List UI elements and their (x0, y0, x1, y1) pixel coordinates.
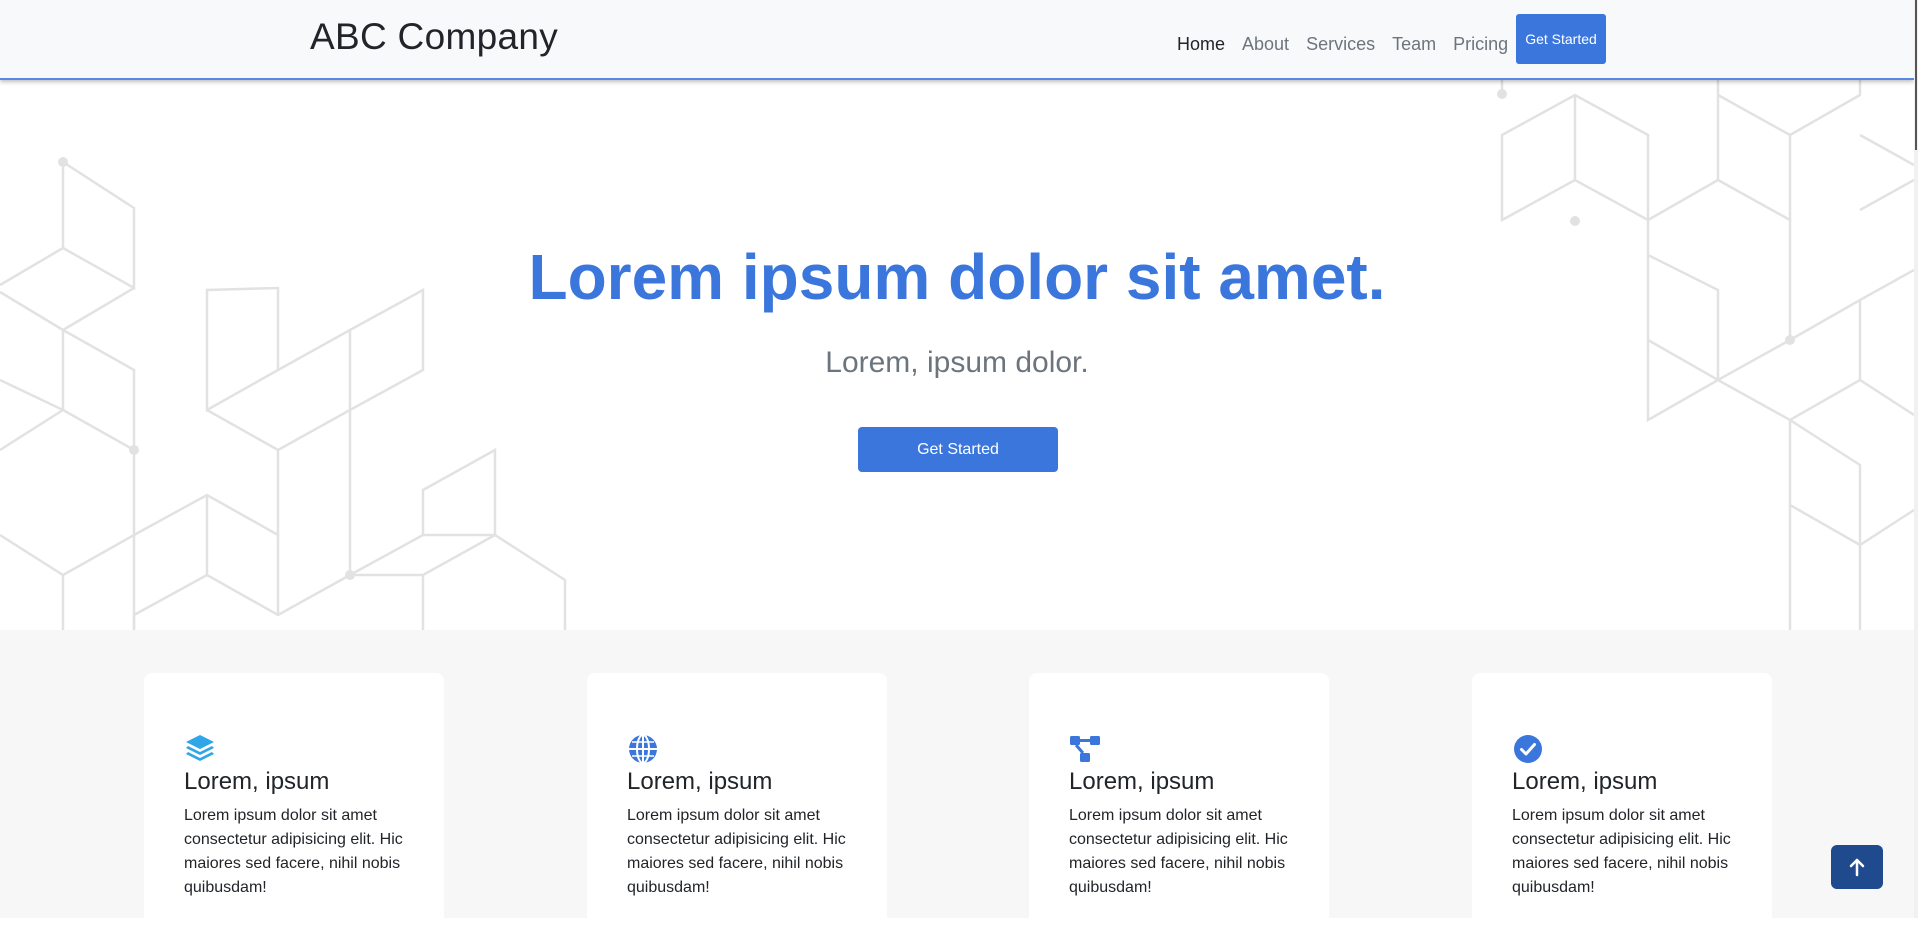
nav-link-about[interactable]: About (1242, 34, 1289, 55)
feature-title: Lorem, ipsum (1069, 768, 1215, 795)
hero-subtitle: Lorem, ipsum dolor. (825, 346, 1089, 379)
hero-title: Lorem ipsum dolor sit amet. (528, 241, 1386, 313)
feature-text: Lorem ipsum dolor sit amet consectetur a… (184, 807, 403, 896)
feature-text: Lorem ipsum dolor sit amet consectetur a… (1069, 807, 1288, 896)
nav-links: Home About Services Team Pricing (1177, 34, 1525, 55)
arrow-up-icon (1849, 858, 1865, 877)
nav-link-services[interactable]: Services (1306, 34, 1375, 55)
feature-text: Lorem ipsum dolor sit amet consectetur a… (627, 807, 846, 896)
hero-section: Lorem ipsum dolor sit amet. Lorem, ipsum… (0, 80, 1914, 630)
brand-logo[interactable]: ABC Company (310, 16, 558, 58)
globe-icon (629, 734, 657, 764)
nav-link-team[interactable]: Team (1392, 34, 1436, 55)
check-circle-icon (1514, 735, 1542, 763)
feature-title: Lorem, ipsum (627, 768, 773, 795)
sitemap-icon (1070, 736, 1100, 762)
layers-icon (186, 735, 214, 761)
features-section: Lorem, ipsum Lorem ipsum dolor sit amet … (0, 630, 1914, 933)
feature-card: Lorem, ipsum Lorem ipsum dolor sit amet … (1472, 673, 1772, 933)
nav-get-started-button[interactable]: Get Started (1516, 14, 1606, 64)
scrollbar-thumb[interactable] (1915, 0, 1917, 150)
nav-link-pricing[interactable]: Pricing (1453, 34, 1508, 55)
feature-card: Lorem, ipsum Lorem ipsum dolor sit amet … (144, 673, 444, 933)
feature-title: Lorem, ipsum (1512, 768, 1658, 795)
nav-link-home[interactable]: Home (1177, 34, 1225, 55)
hero-get-started-button[interactable]: Get Started (858, 427, 1058, 472)
back-to-top-button[interactable] (1831, 845, 1883, 889)
page-scrollbar[interactable] (1914, 0, 1918, 918)
feature-title: Lorem, ipsum (184, 768, 330, 795)
feature-text: Lorem ipsum dolor sit amet consectetur a… (1512, 807, 1731, 896)
feature-card: Lorem, ipsum Lorem ipsum dolor sit amet … (587, 673, 887, 933)
navbar: ABC Company Home About Services Team Pri… (0, 0, 1914, 80)
feature-card: Lorem, ipsum Lorem ipsum dolor sit amet … (1029, 673, 1329, 933)
